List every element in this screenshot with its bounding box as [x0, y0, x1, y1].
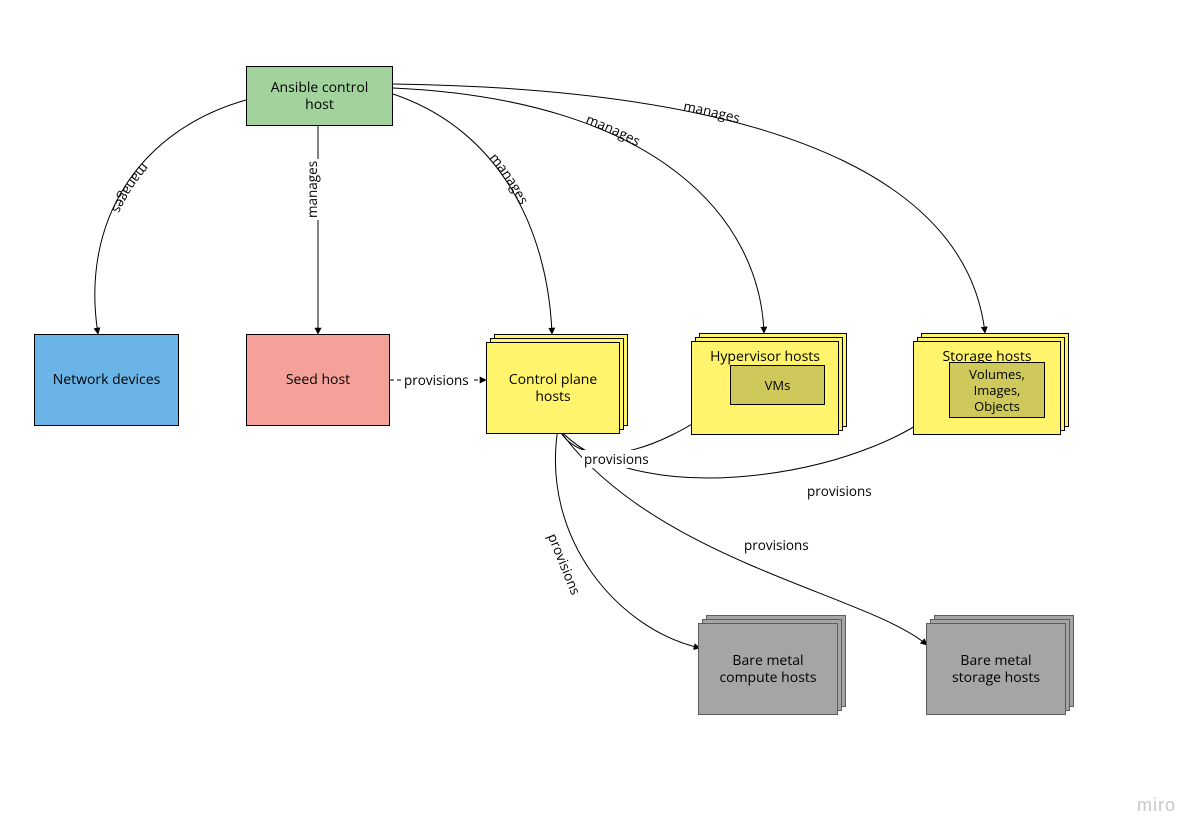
- node-label: Bare metal compute hosts: [707, 652, 829, 687]
- node-label: Network devices: [53, 371, 161, 389]
- edge-label-provisions-vms: provisions: [582, 450, 651, 468]
- edge-label-provisions-volumes: provisions: [805, 482, 874, 500]
- edge-label-manages-4: manages: [584, 110, 644, 150]
- edge-label-manages-3: manages: [486, 149, 533, 207]
- node-bm-compute-hosts: Bare metal compute hosts: [698, 623, 838, 715]
- edge-label-provisions-seed: provisions: [402, 371, 471, 389]
- node-bm-storage-hosts: Bare metal storage hosts: [926, 623, 1066, 715]
- node-control-plane-hosts: Control plane hosts: [486, 342, 620, 434]
- edge-label-manages-2: manages: [303, 159, 321, 220]
- watermark-miro: miro: [1137, 795, 1176, 816]
- node-seed-host: Seed host: [246, 334, 390, 426]
- node-label: Bare metal storage hosts: [935, 652, 1057, 687]
- node-label: Ansible control host: [255, 79, 384, 114]
- edge-label-manages-5: manages: [682, 97, 742, 127]
- edge-label-provisions-bmstorage: provisions: [742, 536, 811, 554]
- node-hypervisor-vms: VMs: [730, 365, 825, 405]
- node-ansible-control-host: Ansible control host: [246, 66, 393, 126]
- edge-label-manages-1: manages: [108, 160, 153, 216]
- node-storage-volumes: Volumes, Images, Objects: [949, 362, 1045, 418]
- node-network-devices: Network devices: [34, 334, 179, 426]
- node-label: Control plane hosts: [495, 371, 611, 406]
- node-label: Volumes, Images, Objects: [956, 366, 1038, 415]
- node-label: Seed host: [286, 371, 350, 389]
- node-label: Hypervisor hosts: [710, 348, 820, 366]
- node-label: VMs: [765, 377, 791, 393]
- edge-label-provisions-bmcompute: provisions: [543, 529, 585, 599]
